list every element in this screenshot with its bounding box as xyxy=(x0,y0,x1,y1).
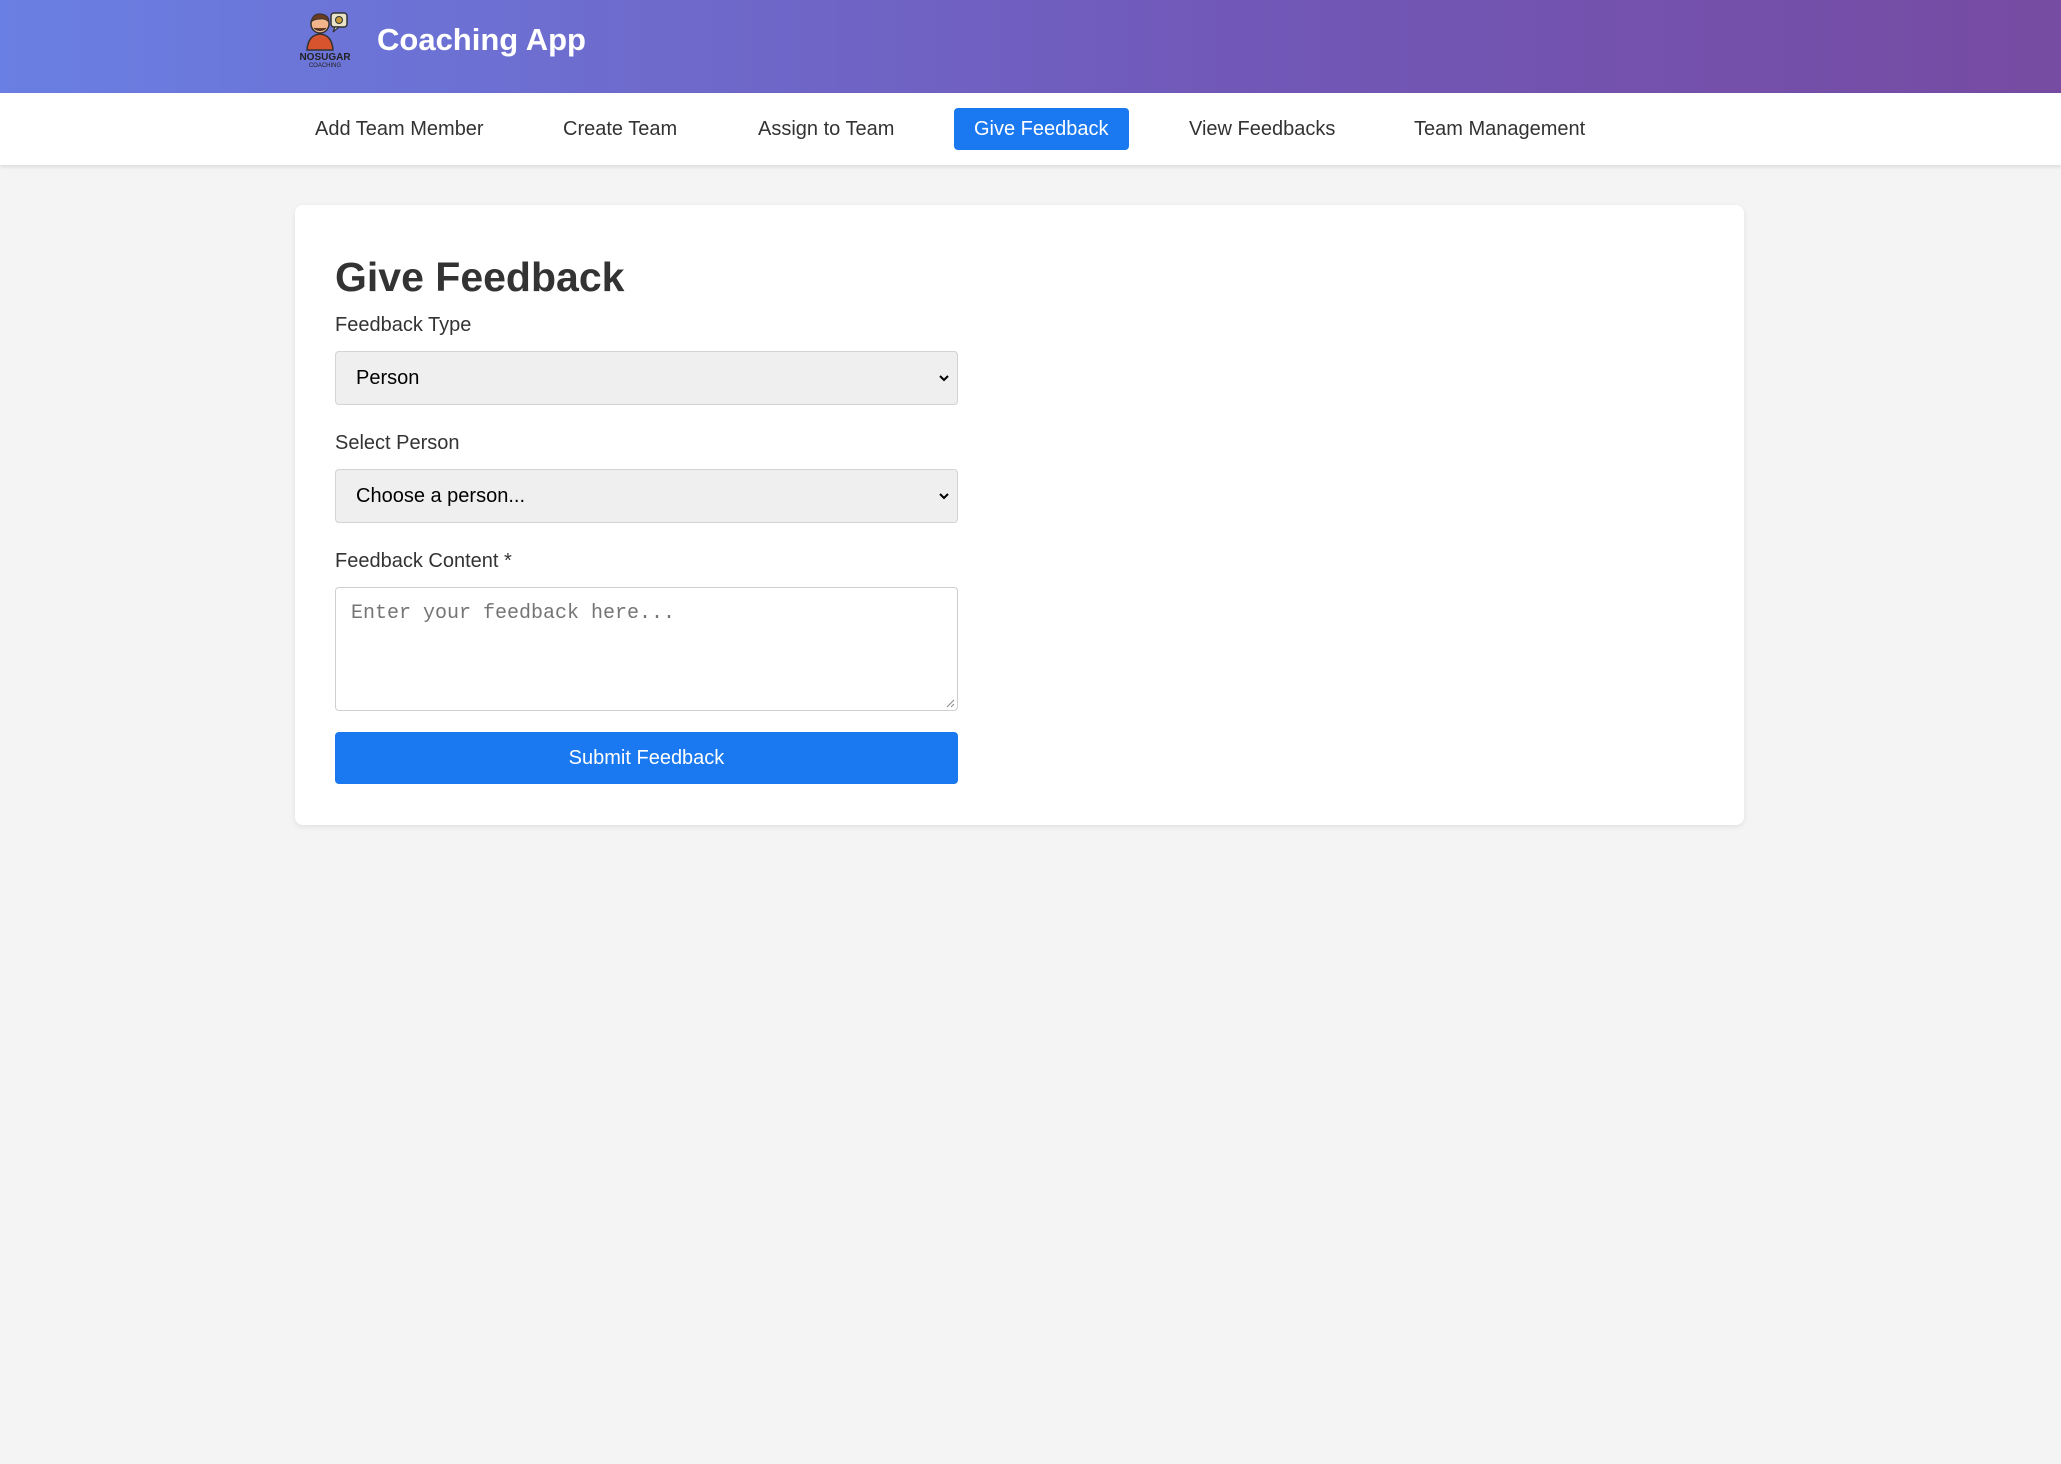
feedback-type-value: Person xyxy=(356,367,420,389)
nav-give-feedback[interactable]: Give Feedback xyxy=(954,108,1129,150)
submit-feedback-button[interactable]: Submit Feedback xyxy=(335,732,958,784)
nosugar-coaching-logo-icon[interactable]: NOSUGAR COACHING xyxy=(299,10,353,70)
app-title: Coaching App xyxy=(377,22,586,57)
app-header: NOSUGAR COACHING Coaching App xyxy=(0,0,2061,93)
nav-create-team[interactable]: Create Team xyxy=(543,108,697,150)
resize-grip-icon[interactable] xyxy=(945,698,955,708)
nav-add-team-member[interactable]: Add Team Member xyxy=(295,108,504,150)
nav-assign-to-team[interactable]: Assign to Team xyxy=(738,108,914,150)
main-nav: Add Team Member Create Team Assign to Te… xyxy=(0,93,2061,165)
page-title: Give Feedback xyxy=(335,254,625,300)
feedback-type-label: Feedback Type xyxy=(335,314,472,336)
give-feedback-card: Give Feedback Feedback Type Person Selec… xyxy=(295,205,1744,825)
chevron-down-icon xyxy=(939,375,949,382)
feedback-type-select[interactable]: Person xyxy=(335,351,958,405)
feedback-content-label: Feedback Content * xyxy=(335,550,512,572)
select-person-value: Choose a person... xyxy=(356,485,525,507)
select-person-select[interactable]: Choose a person... xyxy=(335,469,958,523)
select-person-label: Select Person xyxy=(335,432,460,454)
svg-text:NOSUGAR: NOSUGAR xyxy=(299,52,351,63)
feedback-content-textarea[interactable]: Enter your feedback here... xyxy=(335,587,958,711)
nav-team-management[interactable]: Team Management xyxy=(1394,108,1605,150)
nav-view-feedbacks[interactable]: View Feedbacks xyxy=(1169,108,1355,150)
chevron-down-icon xyxy=(939,493,949,500)
feedback-content-placeholder: Enter your feedback here... xyxy=(351,602,676,625)
svg-text:COACHING: COACHING xyxy=(309,63,342,69)
